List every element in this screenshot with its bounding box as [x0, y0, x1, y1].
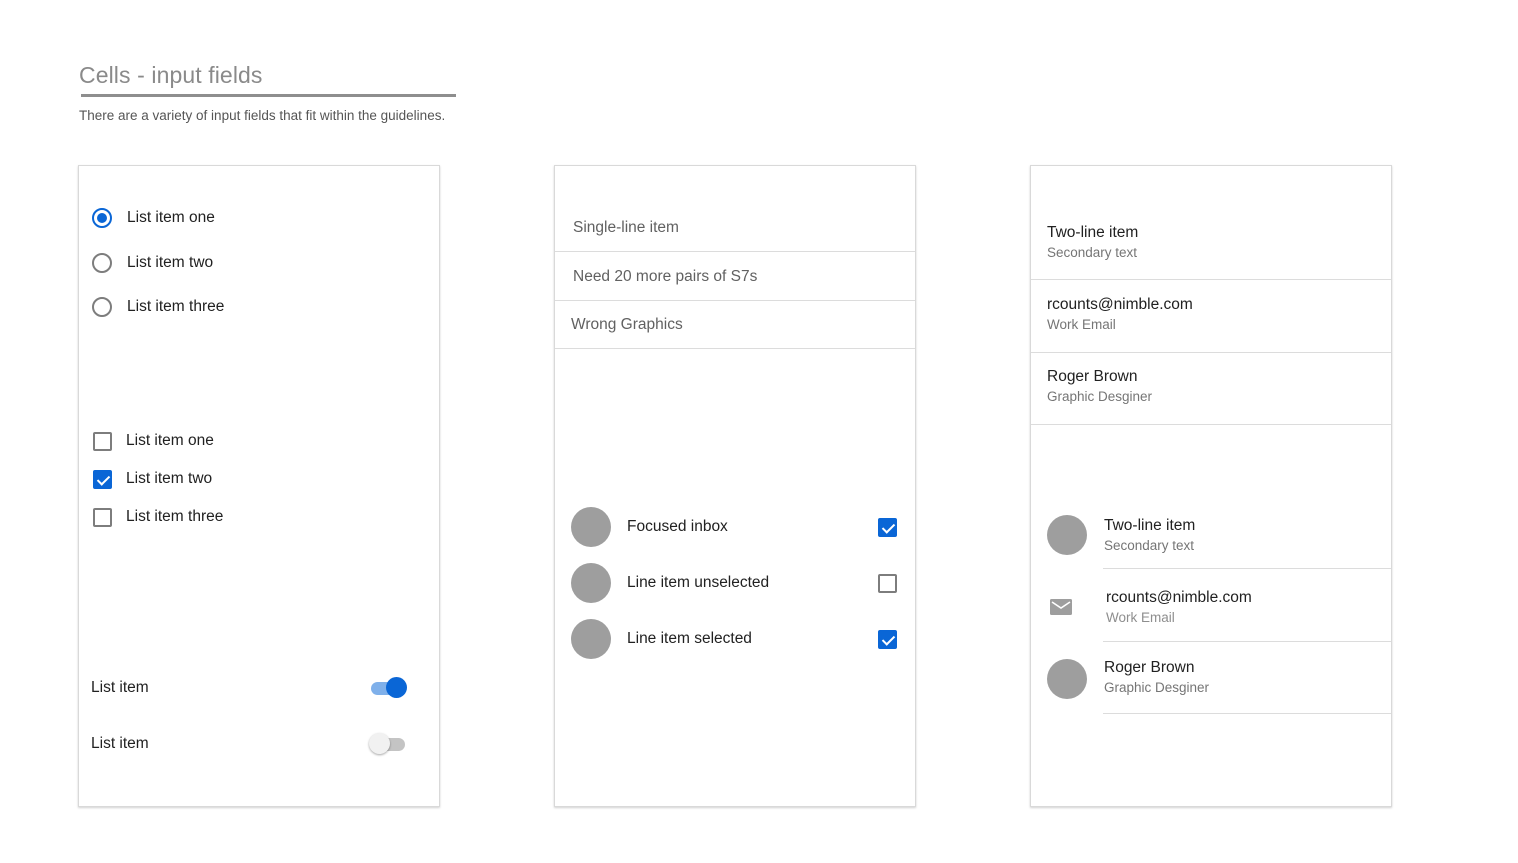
radio-item[interactable]: List item three — [92, 295, 224, 319]
primary-text: Roger Brown — [1047, 368, 1138, 385]
single-line-list-card: Single-line item Need 20 more pairs of S… — [554, 165, 916, 807]
avatar — [571, 507, 611, 547]
two-line-list-card: Two-line item Secondary text rcounts@nim… — [1030, 165, 1392, 807]
checkbox-item[interactable]: List item two — [93, 467, 212, 491]
checkbox-checked[interactable] — [878, 629, 897, 649]
checkbox[interactable] — [93, 431, 112, 451]
page-title: Cells - input fields — [79, 62, 263, 88]
icon-two-line-item[interactable]: rcounts@nimble.com Work Email — [1031, 569, 1391, 642]
primary-text: rcounts@nimble.com — [1047, 296, 1193, 313]
mail-icon — [1050, 599, 1072, 615]
toggle-switch-off[interactable] — [369, 733, 407, 755]
page-description: There are a variety of input fields that… — [79, 108, 446, 123]
checkbox-label: List item one — [126, 432, 214, 449]
primary-text: rcounts@nimble.com — [1106, 589, 1252, 606]
secondary-text: Graphic Desginer — [1047, 389, 1153, 404]
toggle-switch-on[interactable] — [369, 677, 407, 699]
avatar-list-item[interactable]: Focused inbox — [571, 507, 897, 547]
two-line-item[interactable]: rcounts@nimble.com Work Email — [1031, 280, 1391, 353]
radio-button[interactable] — [92, 297, 112, 317]
list-item-label: Focused inbox — [627, 518, 728, 535]
two-line-item[interactable]: Two-line item Secondary text — [1031, 208, 1391, 280]
list-item-label: Line item unselected — [627, 574, 770, 591]
selection-controls-card: List item one List item two List item th… — [78, 165, 440, 807]
radio-label: List item one — [127, 209, 215, 226]
toggle-label: List item — [91, 735, 149, 752]
radio-label: List item two — [127, 254, 214, 271]
toggle-item: List item — [91, 732, 407, 756]
avatar — [1047, 659, 1087, 699]
avatar — [571, 563, 611, 603]
checkbox-checked[interactable] — [878, 517, 897, 537]
avatar-list-item[interactable]: Line item unselected — [571, 563, 897, 603]
radio-label: List item three — [127, 298, 225, 315]
list-item-label: Need 20 more pairs of S7s — [573, 267, 758, 285]
avatar-two-line-item[interactable]: Roger Brown Graphic Desginer — [1031, 642, 1391, 714]
list-item-label: Single-line item — [573, 218, 679, 236]
radio-item[interactable]: List item one — [92, 206, 215, 230]
checkbox-item[interactable]: List item three — [93, 505, 223, 529]
checkbox[interactable] — [93, 507, 112, 527]
avatar-list-item[interactable]: Line item selected — [571, 619, 897, 659]
toggle-thumb[interactable] — [369, 733, 390, 754]
radio-item[interactable]: List item two — [92, 251, 213, 275]
checkbox[interactable] — [878, 573, 897, 593]
secondary-text: Secondary text — [1104, 538, 1195, 553]
secondary-text: Work Email — [1047, 317, 1116, 332]
list-item[interactable]: Need 20 more pairs of S7s — [555, 253, 915, 301]
toggle-item: List item — [91, 676, 407, 700]
primary-text: Two-line item — [1047, 224, 1139, 241]
avatar — [1047, 515, 1087, 555]
title-underline — [81, 94, 456, 97]
primary-text: Roger Brown — [1104, 659, 1195, 676]
secondary-text: Work Email — [1106, 610, 1175, 625]
secondary-text: Secondary text — [1047, 245, 1138, 260]
checkbox-label: List item three — [126, 508, 224, 525]
secondary-text: Graphic Desginer — [1104, 680, 1210, 695]
list-item-label: Line item selected — [627, 630, 752, 647]
divider — [1103, 713, 1391, 714]
checkbox-checked[interactable] — [93, 469, 112, 489]
primary-text: Two-line item — [1104, 517, 1196, 534]
checkbox-item[interactable]: List item one — [93, 429, 214, 453]
radio-button-selected[interactable] — [92, 208, 112, 228]
toggle-thumb[interactable] — [386, 677, 407, 698]
avatar-two-line-item[interactable]: Two-line item Secondary text — [1031, 497, 1391, 569]
list-item[interactable]: Wrong Graphics — [555, 301, 915, 349]
list-item-label: Wrong Graphics — [571, 315, 683, 333]
checkbox-label: List item two — [126, 470, 213, 487]
list-item[interactable]: Single-line item — [555, 204, 915, 252]
toggle-label: List item — [91, 679, 149, 696]
radio-button[interactable] — [92, 253, 112, 273]
two-line-item[interactable]: Roger Brown Graphic Desginer — [1031, 353, 1391, 425]
avatar — [571, 619, 611, 659]
